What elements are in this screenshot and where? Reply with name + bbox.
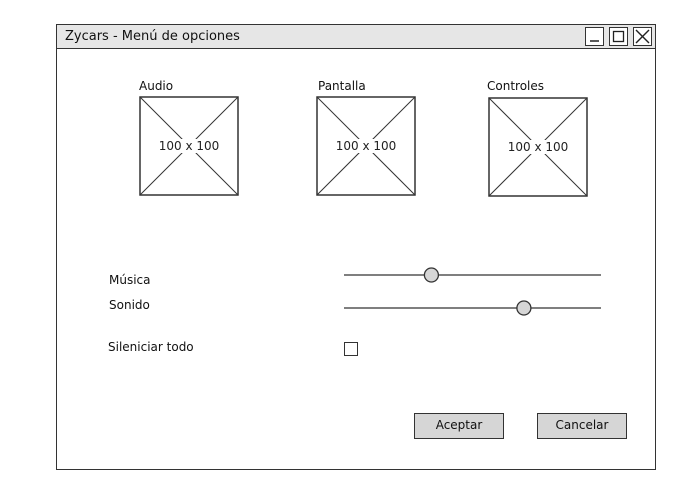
music-slider[interactable] xyxy=(343,265,603,285)
title-bar: Zycars - Menú de opciones xyxy=(57,25,655,49)
maximize-icon xyxy=(612,30,625,43)
window-title: Zycars - Menú de opciones xyxy=(65,29,240,44)
audio-image-size: 100 x 100 xyxy=(157,139,221,153)
maximize-button[interactable] xyxy=(609,27,628,46)
mute-all-checkbox[interactable] xyxy=(344,342,358,356)
sound-label: Sonido xyxy=(109,298,150,312)
music-label: Música xyxy=(109,273,151,287)
close-icon xyxy=(635,29,650,44)
display-label: Pantalla xyxy=(318,79,366,93)
mute-all-label: Sileniciar todo xyxy=(108,340,194,354)
minimize-button[interactable] xyxy=(585,27,604,46)
display-image[interactable]: 100 x 100 xyxy=(316,96,416,196)
controls-image[interactable]: 100 x 100 xyxy=(488,97,588,197)
accept-button[interactable]: Aceptar xyxy=(414,413,504,439)
audio-image[interactable]: 100 x 100 xyxy=(139,96,239,196)
slider-thumb[interactable] xyxy=(516,300,532,316)
audio-label: Audio xyxy=(139,79,174,93)
controls-image-size: 100 x 100 xyxy=(506,140,570,154)
options-window: Zycars - Menú de opciones Audio 100 x 10… xyxy=(56,24,656,470)
close-button[interactable] xyxy=(633,27,652,46)
minimize-icon xyxy=(590,40,599,42)
slider-thumb[interactable] xyxy=(423,267,440,283)
controls-label: Controles xyxy=(487,79,545,93)
display-image-size: 100 x 100 xyxy=(334,139,398,153)
cancel-button[interactable]: Cancelar xyxy=(537,413,627,439)
sound-slider[interactable] xyxy=(343,298,603,318)
